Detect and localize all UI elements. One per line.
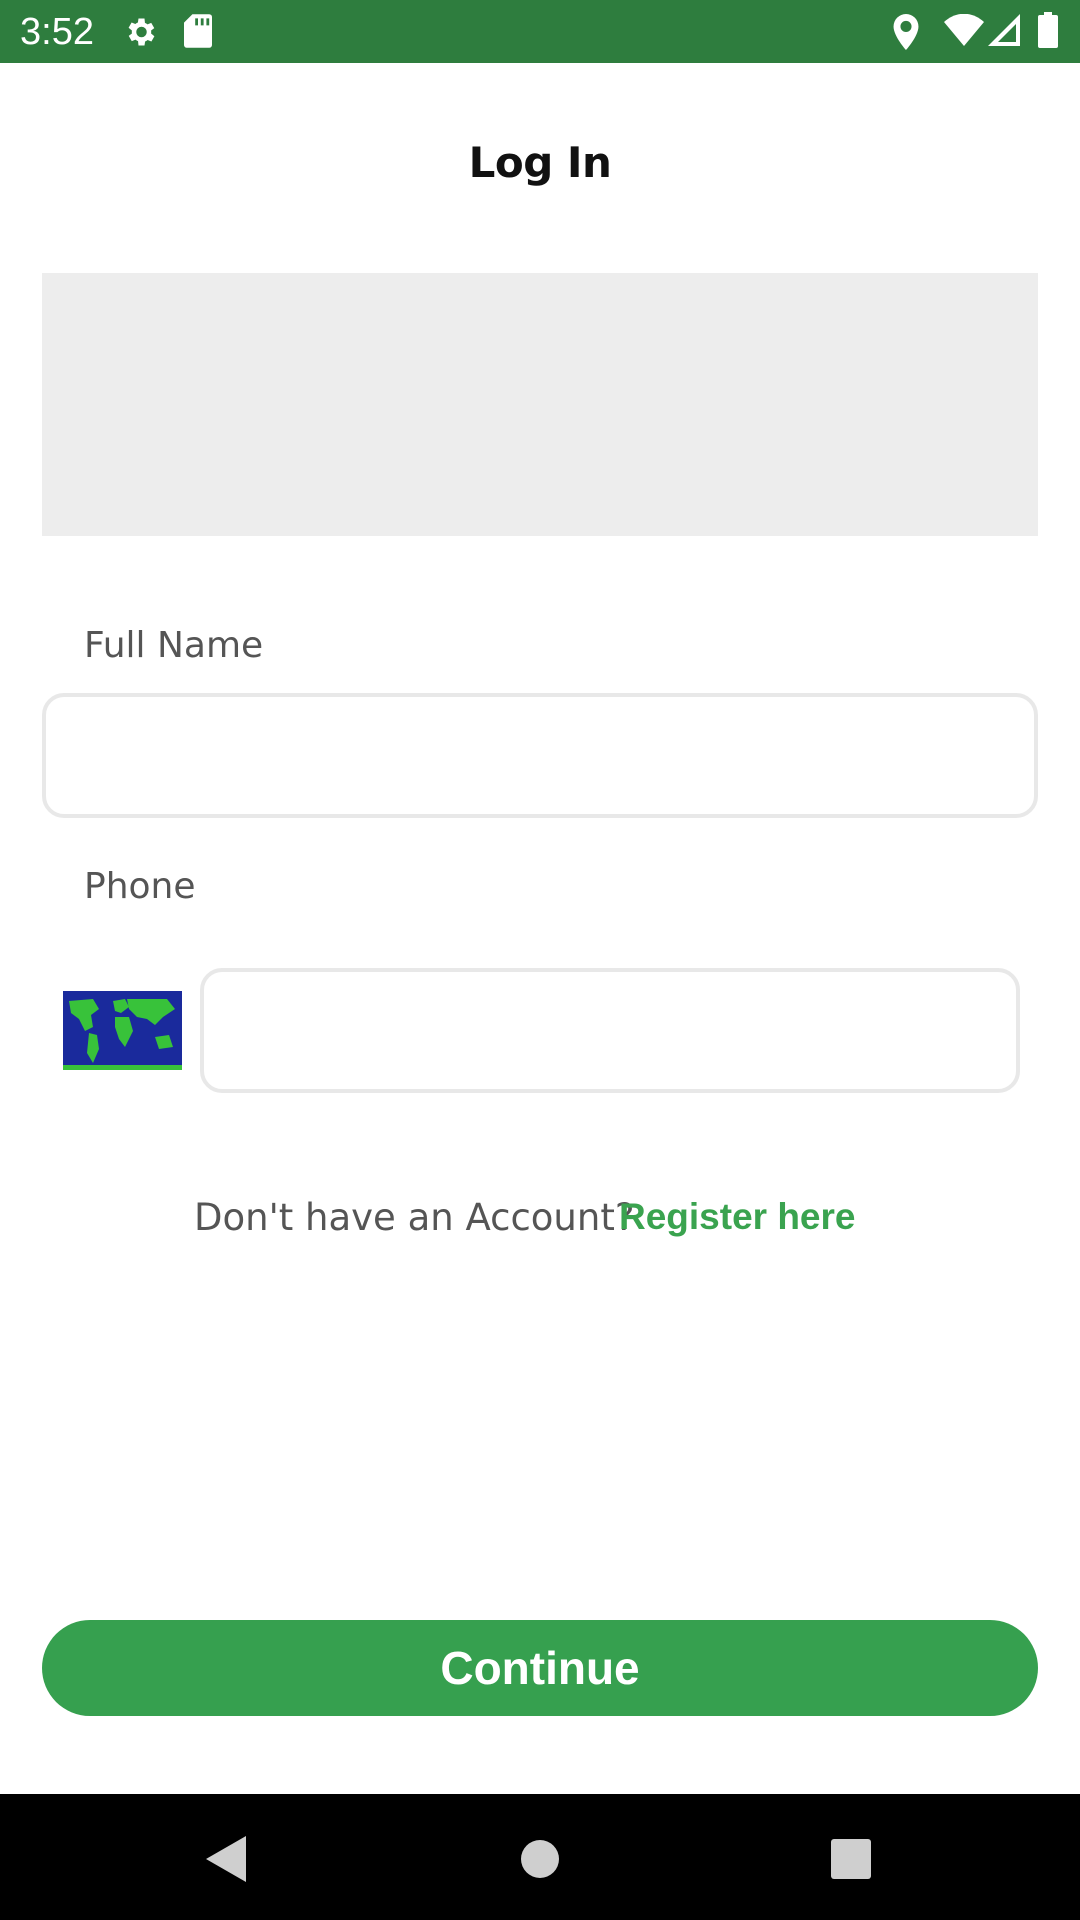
register-prompt: Don't have an Account? — [194, 1196, 635, 1239]
page-title: Log In — [468, 138, 612, 187]
full-name-label: Full Name — [84, 625, 264, 666]
banner-image-placeholder — [42, 273, 1038, 536]
battery-icon — [1038, 12, 1058, 53]
continue-button[interactable]: Continue — [42, 1620, 1038, 1716]
wifi-icon — [944, 13, 984, 51]
sd-card-icon — [184, 14, 212, 53]
recents-icon[interactable] — [831, 1839, 871, 1884]
signal-icon — [988, 14, 1020, 51]
full-name-input[interactable] — [42, 693, 1038, 818]
status-time: 3:52 — [20, 11, 94, 53]
location-icon — [892, 14, 920, 55]
home-icon[interactable] — [520, 1839, 560, 1884]
back-icon[interactable] — [206, 1836, 246, 1887]
phone-input[interactable] — [200, 968, 1020, 1093]
register-row: Don't have an Account? Register here — [0, 1196, 1080, 1246]
register-link[interactable]: Register here — [619, 1196, 856, 1238]
navigation-bar — [0, 1794, 1080, 1920]
phone-label: Phone — [84, 866, 196, 907]
world-map-flag-icon[interactable] — [63, 991, 182, 1070]
gear-icon — [122, 14, 158, 55]
status-bar: 3:52 — [0, 0, 1080, 63]
